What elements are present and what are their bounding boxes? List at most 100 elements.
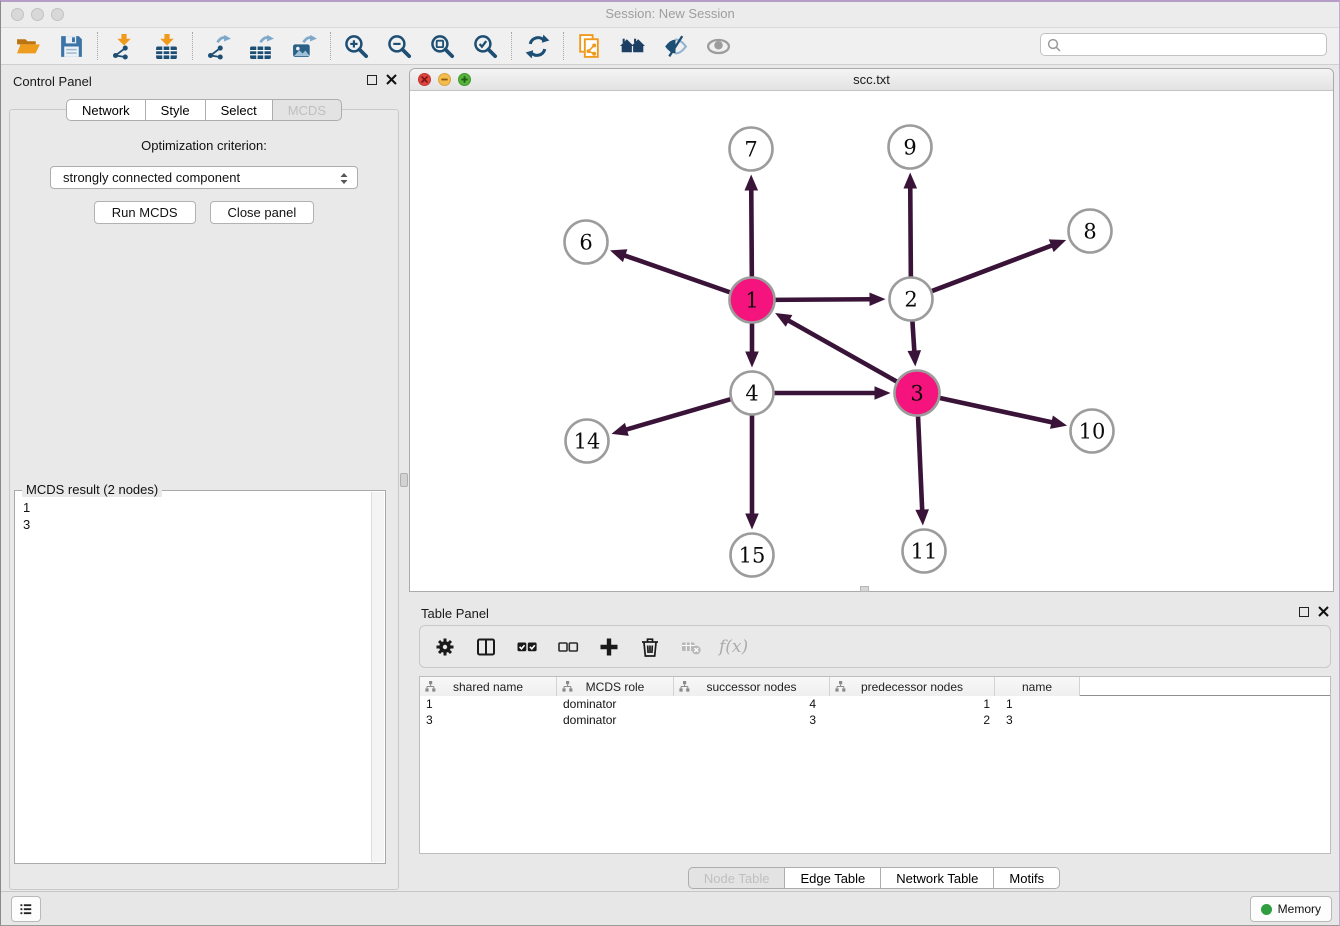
window-titlebar: Session: New Session — [1, 2, 1339, 28]
tab-node-table[interactable]: Node Table — [688, 867, 786, 889]
table-cell: 1 — [995, 696, 1080, 712]
refresh-view-button[interactable] — [516, 30, 559, 62]
tab-network-table[interactable]: Network Table — [880, 867, 994, 889]
memory-button[interactable]: Memory — [1250, 896, 1332, 922]
memory-label: Memory — [1278, 902, 1321, 916]
graph-edge-2-9[interactable] — [910, 186, 911, 279]
clone-network-button[interactable] — [568, 30, 611, 62]
close-table-panel-icon[interactable] — [1318, 606, 1329, 617]
result-scrollbar[interactable] — [371, 492, 384, 862]
delete-column-button[interactable] — [637, 634, 663, 660]
eye-disabled-icon — [705, 33, 732, 60]
table-toolbar: f(x) — [419, 625, 1331, 668]
control-panel-tabs: NetworkStyleSelectMCDS — [1, 99, 407, 121]
stepper-icon — [336, 170, 352, 187]
tab-network[interactable]: Network — [66, 99, 146, 121]
zoom-in-button[interactable] — [335, 30, 378, 62]
close-panel-icon[interactable] — [386, 74, 397, 85]
column-header-label: predecessor nodes — [861, 680, 963, 694]
edge-arrowhead — [1050, 416, 1067, 429]
graph-edge-1-6[interactable] — [623, 255, 732, 293]
zoom-fit-button[interactable] — [421, 30, 464, 62]
export-image-button[interactable] — [283, 30, 326, 62]
search-input[interactable] — [1061, 37, 1326, 53]
graph-edge-2-3[interactable] — [912, 318, 914, 352]
table-settings-button[interactable] — [432, 634, 458, 660]
table-cell: 3 — [420, 712, 557, 728]
toolbar-separator — [97, 32, 98, 60]
column-header-successor-nodes[interactable]: successor nodes — [674, 677, 830, 696]
search-icon — [1047, 38, 1061, 52]
split-pane-handle[interactable] — [400, 473, 408, 487]
graph-edge-1-2[interactable] — [772, 299, 871, 300]
table-row[interactable]: 3dominator323 — [420, 712, 1330, 728]
graph-node-label: 14 — [574, 430, 601, 454]
show-columns-button[interactable] — [473, 634, 499, 660]
column-header-name[interactable]: name — [995, 677, 1080, 696]
close-panel-button[interactable]: Close panel — [210, 201, 315, 224]
zoom-out-button[interactable] — [378, 30, 421, 62]
tab-motifs[interactable]: Motifs — [993, 867, 1060, 889]
table-row[interactable]: 1dominator411 — [420, 696, 1330, 712]
graph-edge-1-7[interactable] — [751, 188, 752, 279]
zoom-selected-button[interactable] — [464, 30, 507, 62]
show-graphics-details-button — [697, 30, 740, 62]
float-table-panel-icon[interactable] — [1299, 607, 1309, 617]
deselect-all-icon — [557, 636, 579, 658]
criterion-dropdown[interactable]: strongly connected component — [50, 166, 358, 189]
column-header-shared-name[interactable]: shared name — [420, 677, 557, 696]
network-canvas[interactable]: 7968124314101511 — [410, 92, 1333, 591]
network-window-titlebar[interactable]: scc.txt — [410, 69, 1333, 91]
column-header-label: name — [1022, 680, 1052, 694]
export-network-button[interactable] — [197, 30, 240, 62]
add-column-button[interactable] — [596, 634, 622, 660]
column-header-MCDS-role[interactable]: MCDS role — [557, 677, 674, 696]
edge-arrowhead — [744, 174, 758, 190]
edge-arrowhead — [610, 249, 627, 262]
tab-style[interactable]: Style — [145, 99, 206, 121]
select-all-rows-button[interactable] — [514, 634, 540, 660]
task-history-button[interactable] — [11, 896, 41, 922]
run-mcds-button[interactable]: Run MCDS — [94, 201, 196, 224]
zoom-fit-icon — [429, 33, 456, 60]
main-toolbar — [1, 28, 1339, 65]
mcds-result-text[interactable]: 1 3 — [23, 499, 365, 859]
list-icon — [18, 900, 34, 919]
edge-arrowhead — [915, 509, 929, 525]
graph-node-label: 11 — [911, 540, 938, 564]
reset-home-button[interactable] — [611, 30, 654, 62]
column-header-predecessor-nodes[interactable]: predecessor nodes — [830, 677, 995, 696]
global-search-field[interactable] — [1040, 33, 1327, 56]
export-table-icon — [248, 33, 275, 60]
import-network-button[interactable] — [102, 30, 145, 62]
graph-edge-2-8[interactable] — [929, 245, 1053, 292]
graph-edge-3-11[interactable] — [918, 413, 922, 511]
mcds-result-box: MCDS result (2 nodes) 1 3 — [14, 490, 386, 864]
open-session-button[interactable] — [7, 30, 50, 62]
table-cell: 1 — [420, 696, 557, 712]
tab-edge-table[interactable]: Edge Table — [784, 867, 881, 889]
graph-edge-4-14[interactable] — [625, 398, 733, 430]
graph-node-label: 10 — [1079, 420, 1106, 444]
deselect-all-rows-button[interactable] — [555, 634, 581, 660]
table-panel-tabs: Node TableEdge TableNetwork TableMotifs — [409, 867, 1339, 889]
graph-edge-3-1[interactable] — [787, 320, 899, 383]
graph-edge-3-10[interactable] — [937, 397, 1053, 422]
edge-arrowhead — [611, 423, 628, 436]
hide-details-eye-icon — [662, 33, 689, 60]
table-panel-title: Table Panel — [421, 606, 489, 621]
tab-mcds[interactable]: MCDS — [272, 99, 342, 121]
network-title: scc.txt — [410, 72, 1333, 87]
import-table-button[interactable] — [145, 30, 188, 62]
export-table-button[interactable] — [240, 30, 283, 62]
graph-node-label: 4 — [745, 382, 758, 406]
app-window: Session: New Session — [0, 0, 1340, 926]
network-view-window: scc.txt 7968124314101511 — [409, 68, 1334, 592]
edge-arrowhead — [875, 386, 891, 400]
hide-graphics-details-button[interactable] — [654, 30, 697, 62]
float-panel-icon[interactable] — [367, 75, 377, 85]
tab-select[interactable]: Select — [205, 99, 273, 121]
network-resize-handle[interactable] — [860, 586, 869, 592]
save-session-button[interactable] — [50, 30, 93, 62]
graph-node-label: 6 — [579, 231, 592, 255]
